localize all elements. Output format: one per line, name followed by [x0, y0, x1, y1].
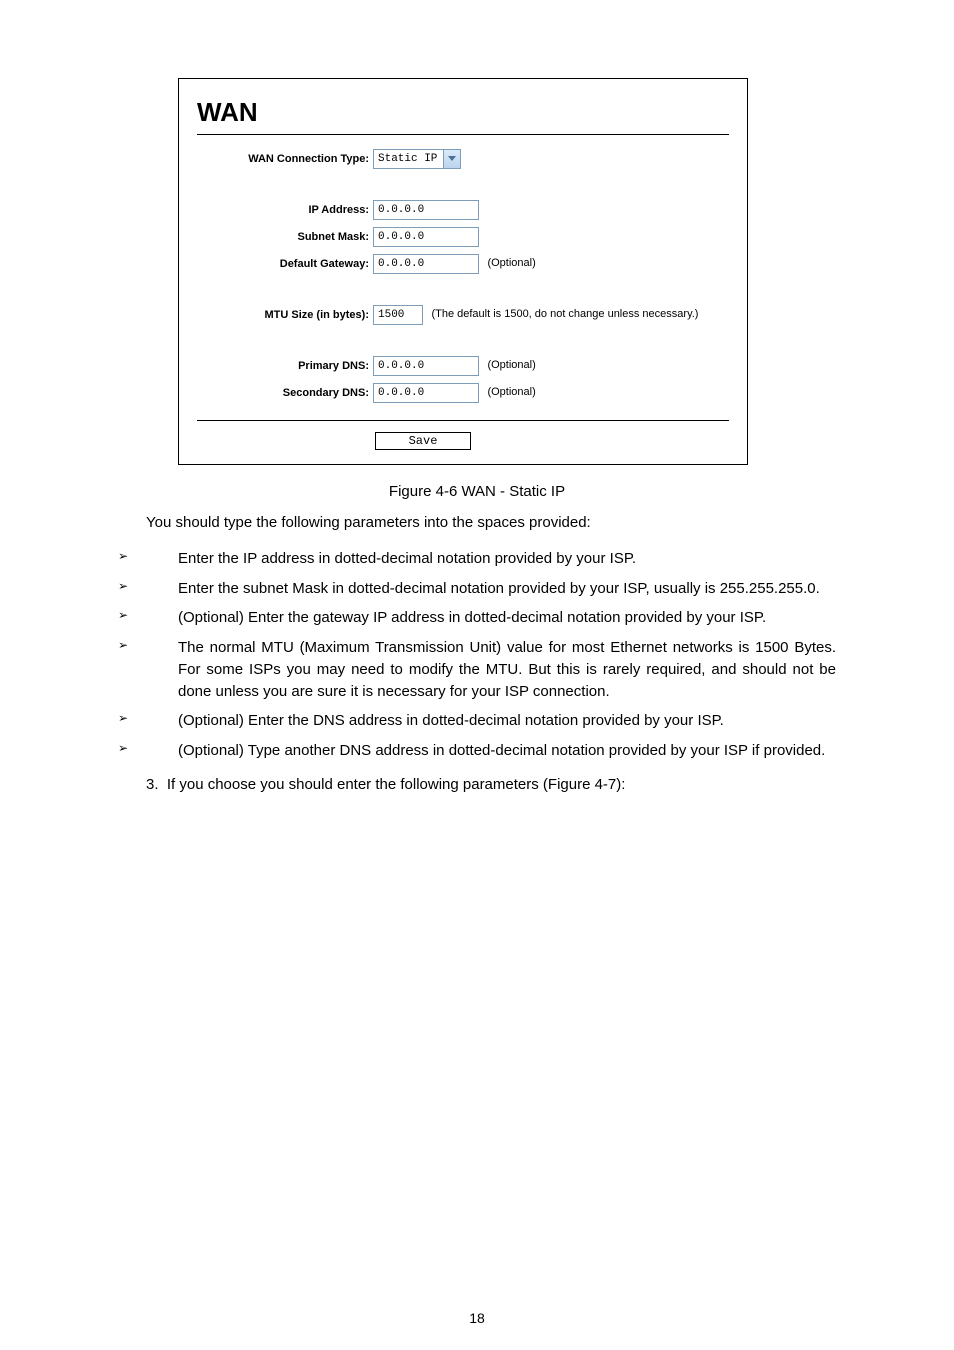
- list-item: (Optional) Type another DNS address in d…: [118, 736, 836, 766]
- wan-connection-type-value: Static IP: [374, 150, 443, 168]
- list-item: Enter the IP address in dotted-decimal n…: [118, 544, 836, 574]
- figure-caption: Figure 4-6 WAN - Static IP: [118, 483, 836, 500]
- primary-dns-input[interactable]: [373, 356, 479, 376]
- numbered-paragraph: If you choose you should enter the follo…: [146, 774, 836, 796]
- bullet-list: Enter the IP address in dotted-decimal n…: [118, 544, 836, 766]
- mtu-hint: (The default is 1500, do not change unle…: [431, 308, 698, 320]
- primary-dns-hint: (Optional): [487, 359, 535, 371]
- list-item: (Optional) Enter the gateway IP address …: [118, 603, 836, 633]
- panel-title: WAN: [197, 97, 729, 128]
- page-number: 18: [0, 1310, 954, 1326]
- list-item: The normal MTU (Maximum Transmission Uni…: [118, 633, 836, 706]
- primary-dns-label: Primary DNS:: [197, 352, 371, 379]
- mtu-input[interactable]: [373, 305, 423, 325]
- divider: [197, 134, 729, 135]
- list-item: Enter the subnet Mask in dotted-decimal …: [118, 574, 836, 604]
- secondary-dns-label: Secondary DNS:: [197, 379, 371, 406]
- chevron-down-icon: [443, 150, 460, 168]
- secondary-dns-input[interactable]: [373, 383, 479, 403]
- subnet-mask-label: Subnet Mask:: [197, 223, 371, 250]
- wan-connection-type-label: WAN Connection Type:: [197, 145, 371, 172]
- subnet-mask-input[interactable]: [373, 227, 479, 247]
- wan-form: WAN WAN Connection Type: Static IP IP: [178, 78, 748, 465]
- mtu-label: MTU Size (in bytes):: [197, 301, 371, 328]
- default-gateway-label: Default Gateway:: [197, 250, 371, 277]
- divider: [197, 420, 729, 421]
- ip-address-input[interactable]: [373, 200, 479, 220]
- secondary-dns-hint: (Optional): [487, 386, 535, 398]
- ip-address-label: IP Address:: [197, 196, 371, 223]
- list-item: (Optional) Enter the DNS address in dott…: [118, 706, 836, 736]
- paragraph-intro: You should type the following parameters…: [146, 512, 836, 534]
- wan-connection-type-select[interactable]: Static IP: [373, 149, 461, 169]
- default-gateway-input[interactable]: [373, 254, 479, 274]
- default-gateway-hint: (Optional): [487, 257, 535, 269]
- save-button[interactable]: Save: [375, 432, 471, 450]
